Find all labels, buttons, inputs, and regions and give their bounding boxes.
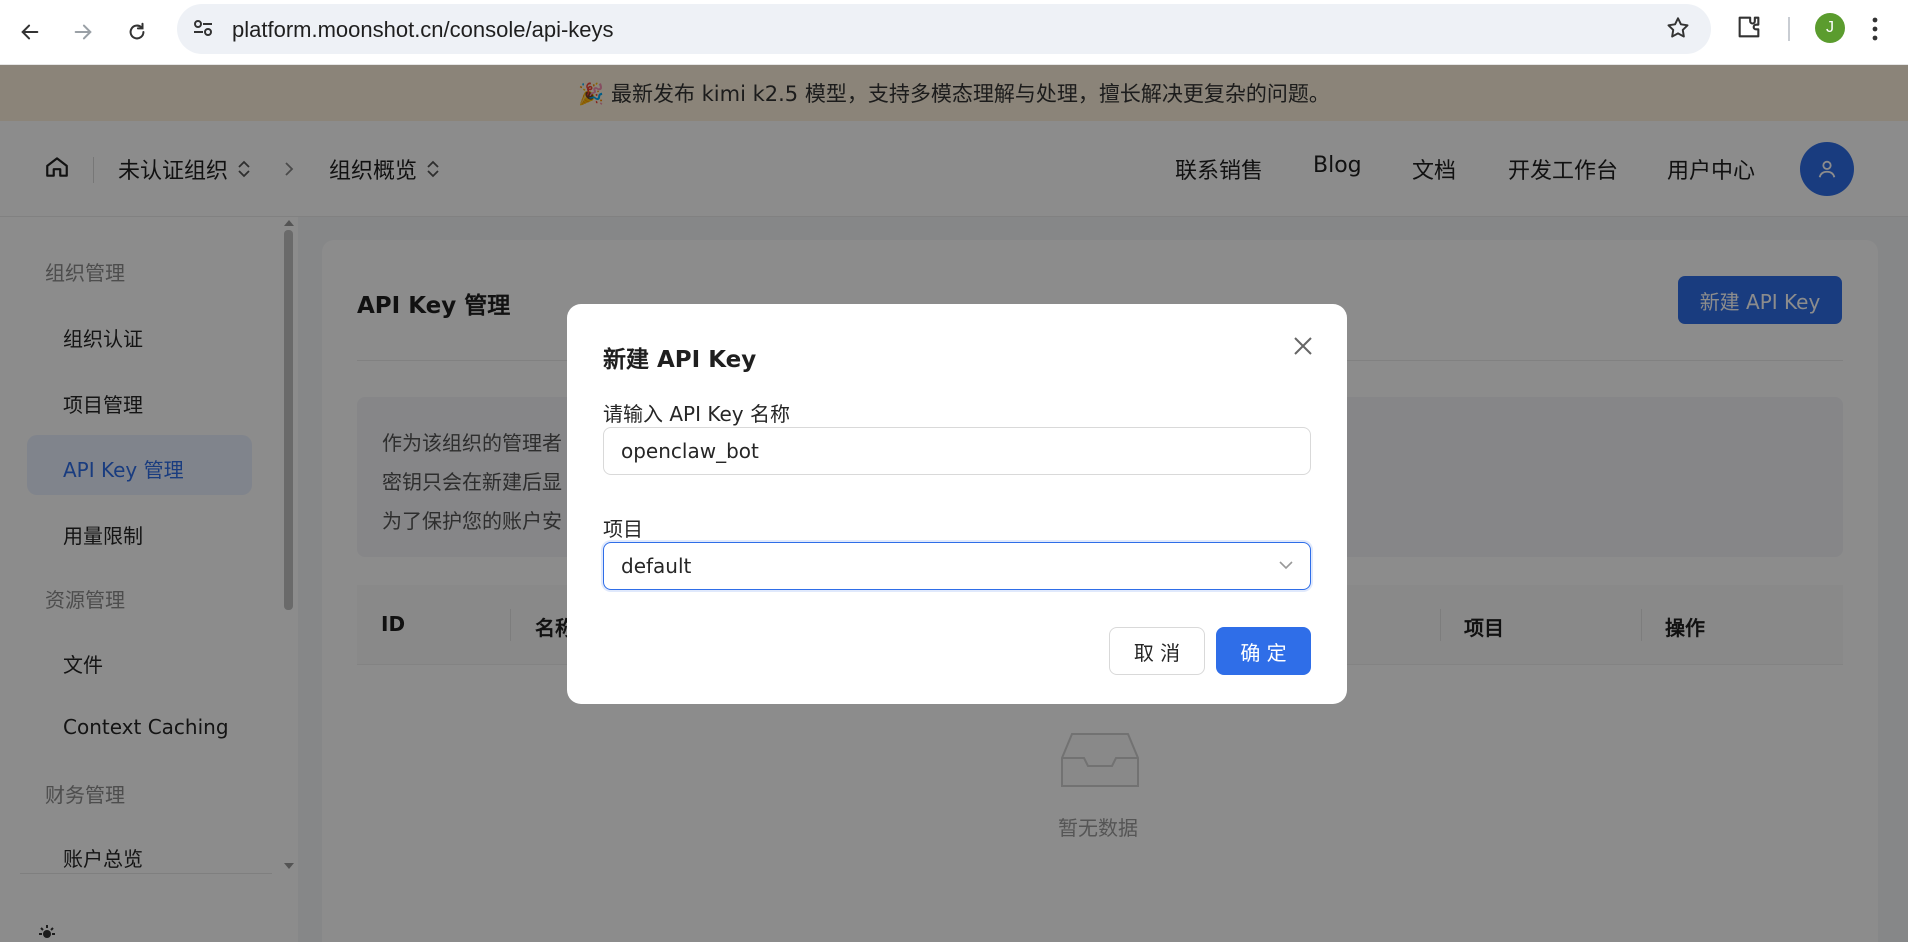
dialog-title: 新建 API Key [603, 347, 757, 373]
project-select[interactable]: default [603, 542, 1311, 590]
arrow-left-icon [21, 24, 39, 40]
bookmark-star-icon[interactable] [1665, 15, 1691, 41]
api-key-name-input[interactable] [604, 428, 1310, 474]
new-api-key-dialog: 新建 API Key 请输入 API Key 名称 项目 default 取 消… [567, 304, 1347, 704]
reload-icon [129, 22, 145, 40]
chevron-down-icon [1279, 561, 1293, 570]
close-icon[interactable] [1291, 334, 1315, 358]
forward-button[interactable] [65, 14, 101, 50]
toolbar-divider [1788, 17, 1790, 41]
name-field[interactable] [603, 427, 1311, 475]
confirm-button[interactable]: 确 定 [1216, 627, 1311, 675]
name-field-label: 请输入 API Key 名称 [603, 402, 790, 426]
back-button[interactable] [12, 14, 48, 50]
project-select-value: default [621, 554, 692, 578]
project-field-label: 项目 [603, 517, 643, 541]
address-bar[interactable]: platform.moonshot.cn/console/api-keys [177, 4, 1711, 54]
arrow-right-icon [74, 24, 92, 40]
url-text[interactable]: platform.moonshot.cn/console/api-keys [232, 17, 614, 43]
reload-button[interactable] [119, 14, 155, 50]
extensions-icon[interactable] [1735, 13, 1763, 41]
browser-toolbar: platform.moonshot.cn/console/api-keys J [0, 0, 1908, 65]
more-menu-icon[interactable] [1870, 16, 1880, 42]
profile-avatar[interactable]: J [1815, 13, 1845, 43]
cancel-button[interactable]: 取 消 [1109, 627, 1205, 675]
site-settings-icon[interactable] [191, 16, 215, 40]
